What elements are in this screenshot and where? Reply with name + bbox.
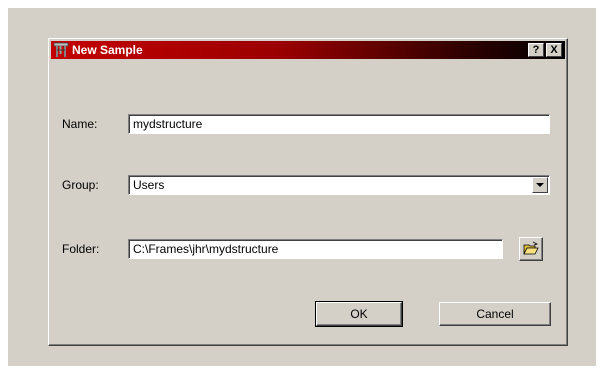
group-select[interactable]: Users (128, 175, 550, 195)
chevron-down-icon (536, 183, 544, 187)
ok-button[interactable]: OK (315, 301, 403, 327)
folder-field[interactable]: C:\Frames\jhr\mydstructure (128, 239, 503, 259)
background-window: New Sample ? X Name: mydstructure Group:… (8, 8, 596, 366)
folder-label: Folder: (62, 242, 100, 256)
new-sample-dialog: New Sample ? X Name: mydstructure Group:… (48, 38, 568, 346)
group-label: Group: (62, 178, 99, 192)
name-field[interactable]: mydstructure (128, 114, 550, 134)
cancel-button[interactable]: Cancel (439, 302, 551, 326)
structure-icon (53, 42, 69, 58)
title-bar[interactable]: New Sample ? X (51, 41, 565, 59)
help-button[interactable]: ? (528, 43, 544, 57)
name-field-value: mydstructure (133, 117, 203, 131)
group-dropdown-button[interactable] (532, 177, 548, 193)
name-label: Name: (62, 117, 98, 131)
close-button[interactable]: X (546, 43, 562, 57)
folder-open-icon (523, 241, 539, 255)
group-select-value: Users (133, 178, 165, 192)
dialog-title: New Sample (72, 43, 143, 57)
browse-folder-button[interactable] (519, 237, 543, 261)
folder-field-value: C:\Frames\jhr\mydstructure (133, 242, 279, 256)
